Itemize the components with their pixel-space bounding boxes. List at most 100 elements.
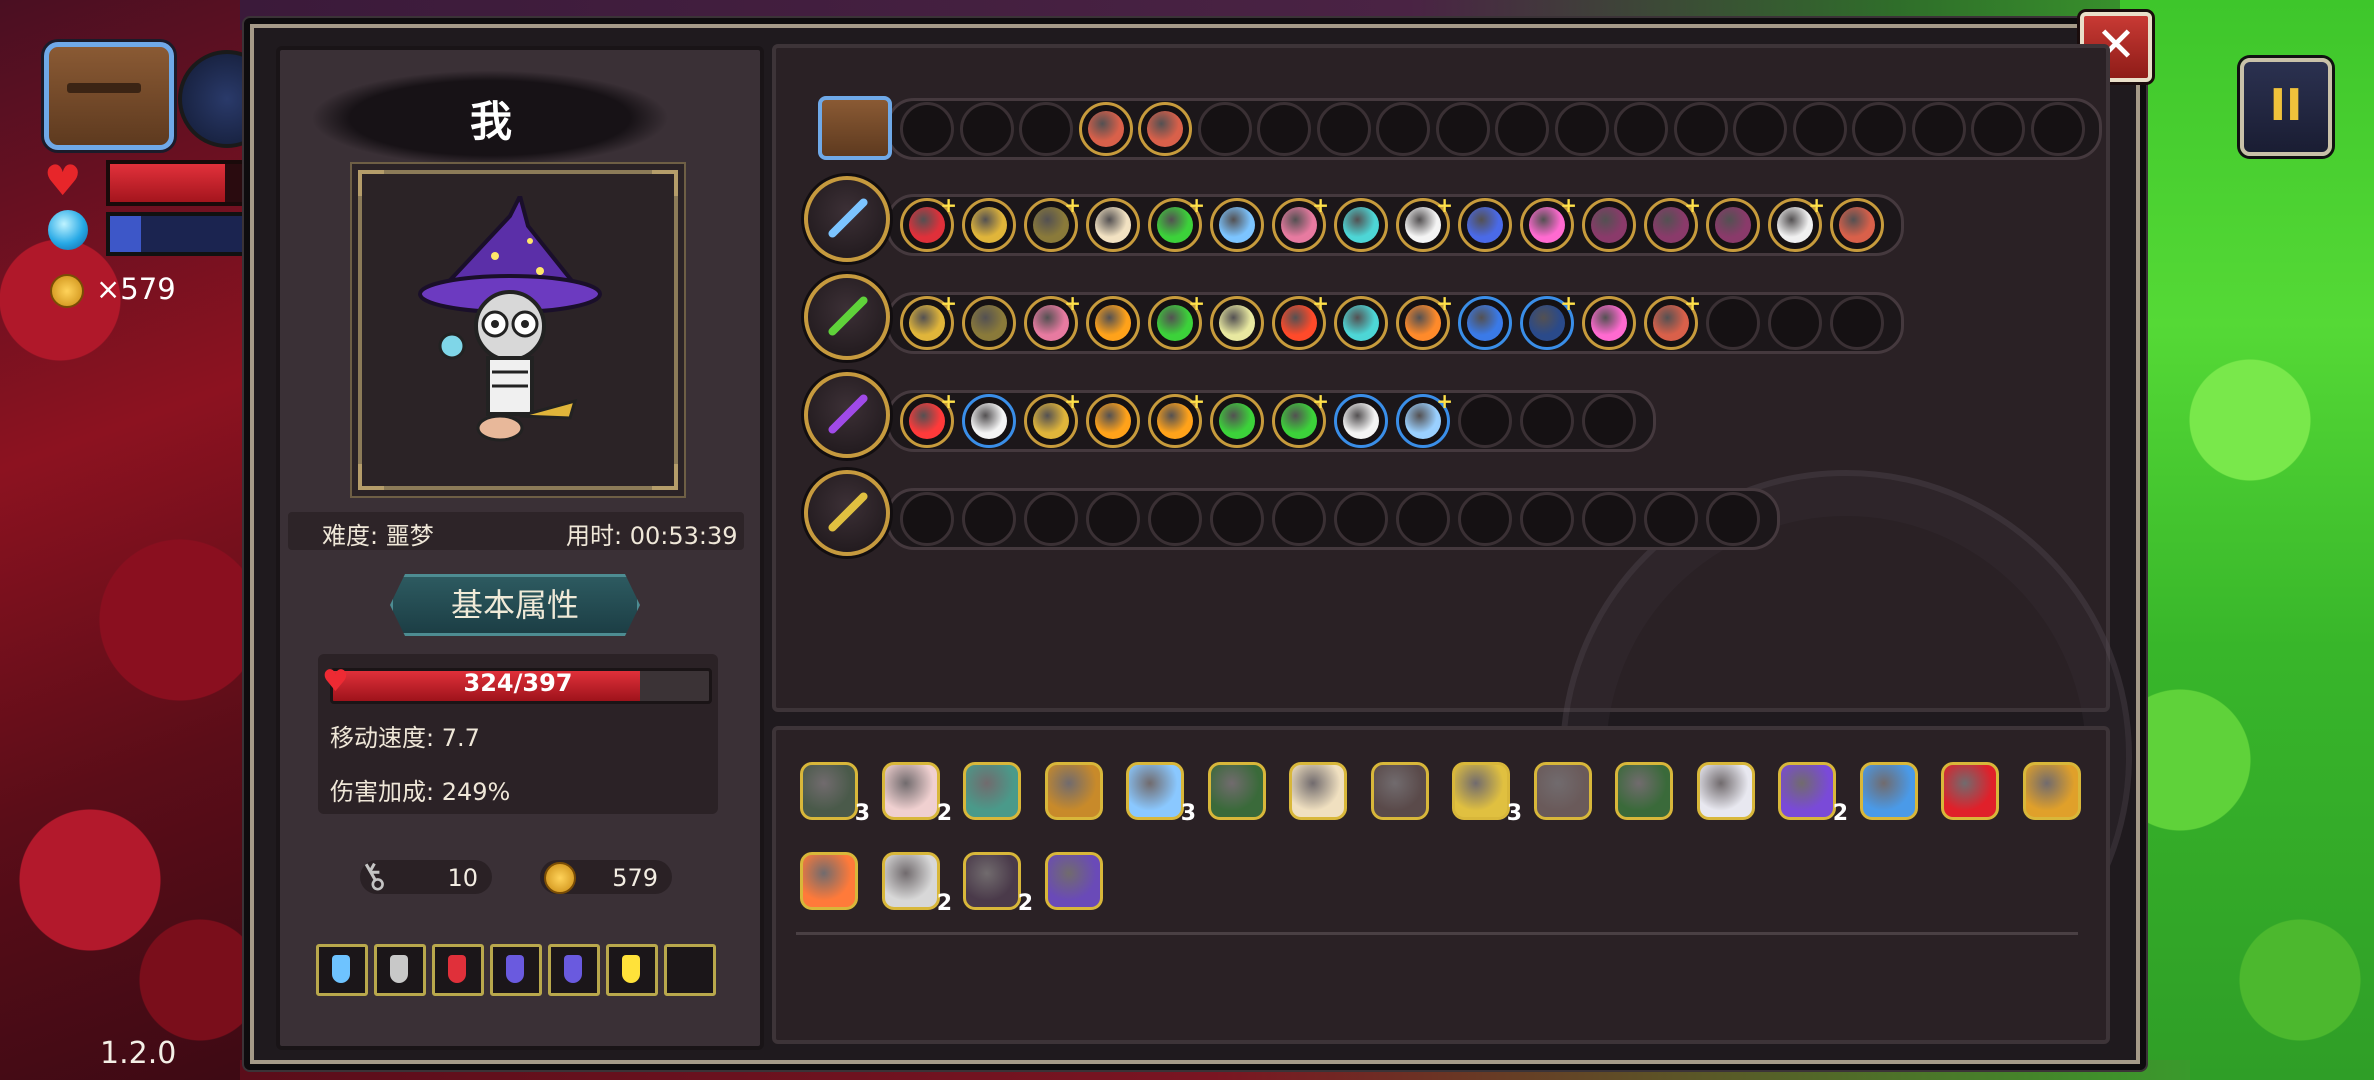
upgrade-slot[interactable]	[1582, 296, 1636, 350]
upgrade-slot[interactable]: +	[900, 291, 957, 350]
upgrade-slot[interactable]	[1706, 198, 1760, 252]
upgrade-slot[interactable]	[962, 296, 1016, 350]
upgrade-slot[interactable]	[962, 394, 1016, 448]
empty-upgrade-slot[interactable]	[1706, 296, 1760, 350]
potion-slot[interactable]	[432, 944, 484, 996]
treasure-chest-icon[interactable]	[818, 96, 892, 160]
empty-upgrade-slot[interactable]	[1852, 102, 1906, 156]
upgrade-slot[interactable]: +	[1272, 193, 1329, 252]
upgrade-slot[interactable]	[1334, 198, 1388, 252]
ice-staff-icon[interactable]	[804, 176, 890, 262]
plague-mask-icon[interactable]: 3	[794, 756, 870, 826]
empty-upgrade-slot[interactable]	[1555, 102, 1609, 156]
upgrade-slot[interactable]	[962, 198, 1016, 252]
empty-upgrade-slot[interactable]	[1971, 102, 2025, 156]
upgrade-slot[interactable]	[1458, 296, 1512, 350]
pickaxe-icon[interactable]	[2017, 756, 2081, 820]
upgrade-slot[interactable]: +	[900, 193, 957, 252]
upgrade-slot[interactable]: +	[1520, 291, 1577, 350]
vine-staff-icon[interactable]	[804, 274, 890, 360]
upgrade-slot[interactable]: +	[1024, 193, 1081, 252]
empty-upgrade-slot[interactable]	[1614, 102, 1668, 156]
upgrade-slot[interactable]: +	[1396, 193, 1453, 252]
empty-upgrade-slot[interactable]	[1317, 102, 1371, 156]
empty-upgrade-slot[interactable]	[1733, 102, 1787, 156]
empty-upgrade-slot[interactable]	[1257, 102, 1311, 156]
empty-upgrade-slot[interactable]	[1582, 394, 1636, 448]
empty-upgrade-slot[interactable]	[1644, 492, 1698, 546]
void-staff-icon[interactable]	[804, 372, 890, 458]
empty-upgrade-slot[interactable]	[900, 492, 954, 546]
upgrade-slot[interactable]	[1210, 198, 1264, 252]
cat-mask-icon[interactable]	[1691, 756, 1755, 820]
bone-icon[interactable]	[1528, 756, 1592, 820]
empty-upgrade-slot[interactable]	[1458, 492, 1512, 546]
boot-icon[interactable]	[1202, 756, 1266, 820]
upgrade-slot[interactable]: +	[900, 389, 957, 448]
pause-button[interactable]: II	[2240, 58, 2332, 156]
upgrade-slot[interactable]	[1334, 394, 1388, 448]
empty-upgrade-slot[interactable]	[900, 102, 954, 156]
upgrade-slot[interactable]: +	[1520, 193, 1577, 252]
potion-slot[interactable]	[664, 944, 716, 996]
upgrade-slot[interactable]: +	[1148, 193, 1205, 252]
empty-upgrade-slot[interactable]	[1706, 492, 1760, 546]
upgrade-slot[interactable]	[1210, 394, 1264, 448]
upgrade-slot[interactable]: +	[1396, 291, 1453, 350]
empty-upgrade-slot[interactable]	[1019, 102, 1073, 156]
glasses-icon[interactable]	[1283, 756, 1347, 820]
empty-upgrade-slot[interactable]	[1768, 296, 1822, 350]
empty-upgrade-slot[interactable]	[2031, 102, 2085, 156]
empty-upgrade-slot[interactable]	[1582, 492, 1636, 546]
upgrade-slot[interactable]: +	[1768, 193, 1825, 252]
cube-icon[interactable]	[957, 756, 1021, 820]
chalice-icon[interactable]	[1039, 756, 1103, 820]
upgrade-slot[interactable]: +	[1644, 193, 1701, 252]
empty-upgrade-slot[interactable]	[1086, 492, 1140, 546]
upgrade-slot[interactable]	[1086, 296, 1140, 350]
hud-chest-icon[interactable]	[44, 42, 174, 150]
empty-upgrade-slot[interactable]	[1376, 102, 1430, 156]
upgrade-slot[interactable]: +	[1024, 389, 1081, 448]
upgrade-slot[interactable]	[1086, 394, 1140, 448]
upgrade-slot[interactable]: +	[1024, 291, 1081, 350]
upgrade-slot[interactable]	[1458, 198, 1512, 252]
empty-upgrade-slot[interactable]	[1793, 102, 1847, 156]
gold-staff-icon[interactable]	[804, 470, 890, 556]
red-eye-icon[interactable]	[1935, 756, 1999, 820]
banner-icon[interactable]	[1039, 846, 1103, 910]
antler-icon[interactable]: 3	[1446, 756, 1522, 826]
empty-upgrade-slot[interactable]	[960, 102, 1014, 156]
empty-upgrade-slot[interactable]	[1210, 492, 1264, 546]
potion-slot[interactable]	[606, 944, 658, 996]
empty-upgrade-slot[interactable]	[1148, 492, 1202, 546]
potion-slot[interactable]	[490, 944, 542, 996]
upgrade-slot[interactable]	[1582, 198, 1636, 252]
hook-icon[interactable]: 2	[957, 846, 1033, 916]
potion-slot[interactable]	[374, 944, 426, 996]
empty-upgrade-slot[interactable]	[1830, 296, 1884, 350]
magnifier-icon[interactable]: 3	[1120, 756, 1196, 826]
empty-upgrade-slot[interactable]	[1272, 492, 1326, 546]
upgrade-slot[interactable]: +	[1272, 389, 1329, 448]
empty-upgrade-slot[interactable]	[1198, 102, 1252, 156]
attributes-title[interactable]: 基本属性	[390, 574, 640, 636]
empty-upgrade-slot[interactable]	[962, 492, 1016, 546]
empty-upgrade-slot[interactable]	[1495, 102, 1549, 156]
empty-upgrade-slot[interactable]	[1520, 492, 1574, 546]
empty-upgrade-slot[interactable]	[1458, 394, 1512, 448]
potion-slot[interactable]	[316, 944, 368, 996]
cage-icon[interactable]: 2	[876, 846, 952, 916]
heart-icon[interactable]	[794, 846, 858, 910]
ring-icon[interactable]	[1854, 756, 1918, 820]
empty-upgrade-slot[interactable]	[1674, 102, 1728, 156]
upgrade-slot[interactable]: +	[1148, 389, 1205, 448]
empty-upgrade-slot[interactable]	[1520, 394, 1574, 448]
upgrade-slot[interactable]	[1210, 296, 1264, 350]
upgrade-slot[interactable]: +	[1272, 291, 1329, 350]
feather-icon[interactable]: 2	[876, 756, 952, 826]
upgrade-slot[interactable]: +	[1396, 389, 1453, 448]
belt-icon[interactable]	[1609, 756, 1673, 820]
witch-hat-icon[interactable]: 2	[1772, 756, 1848, 826]
upgrade-slot[interactable]: +	[1644, 291, 1701, 350]
